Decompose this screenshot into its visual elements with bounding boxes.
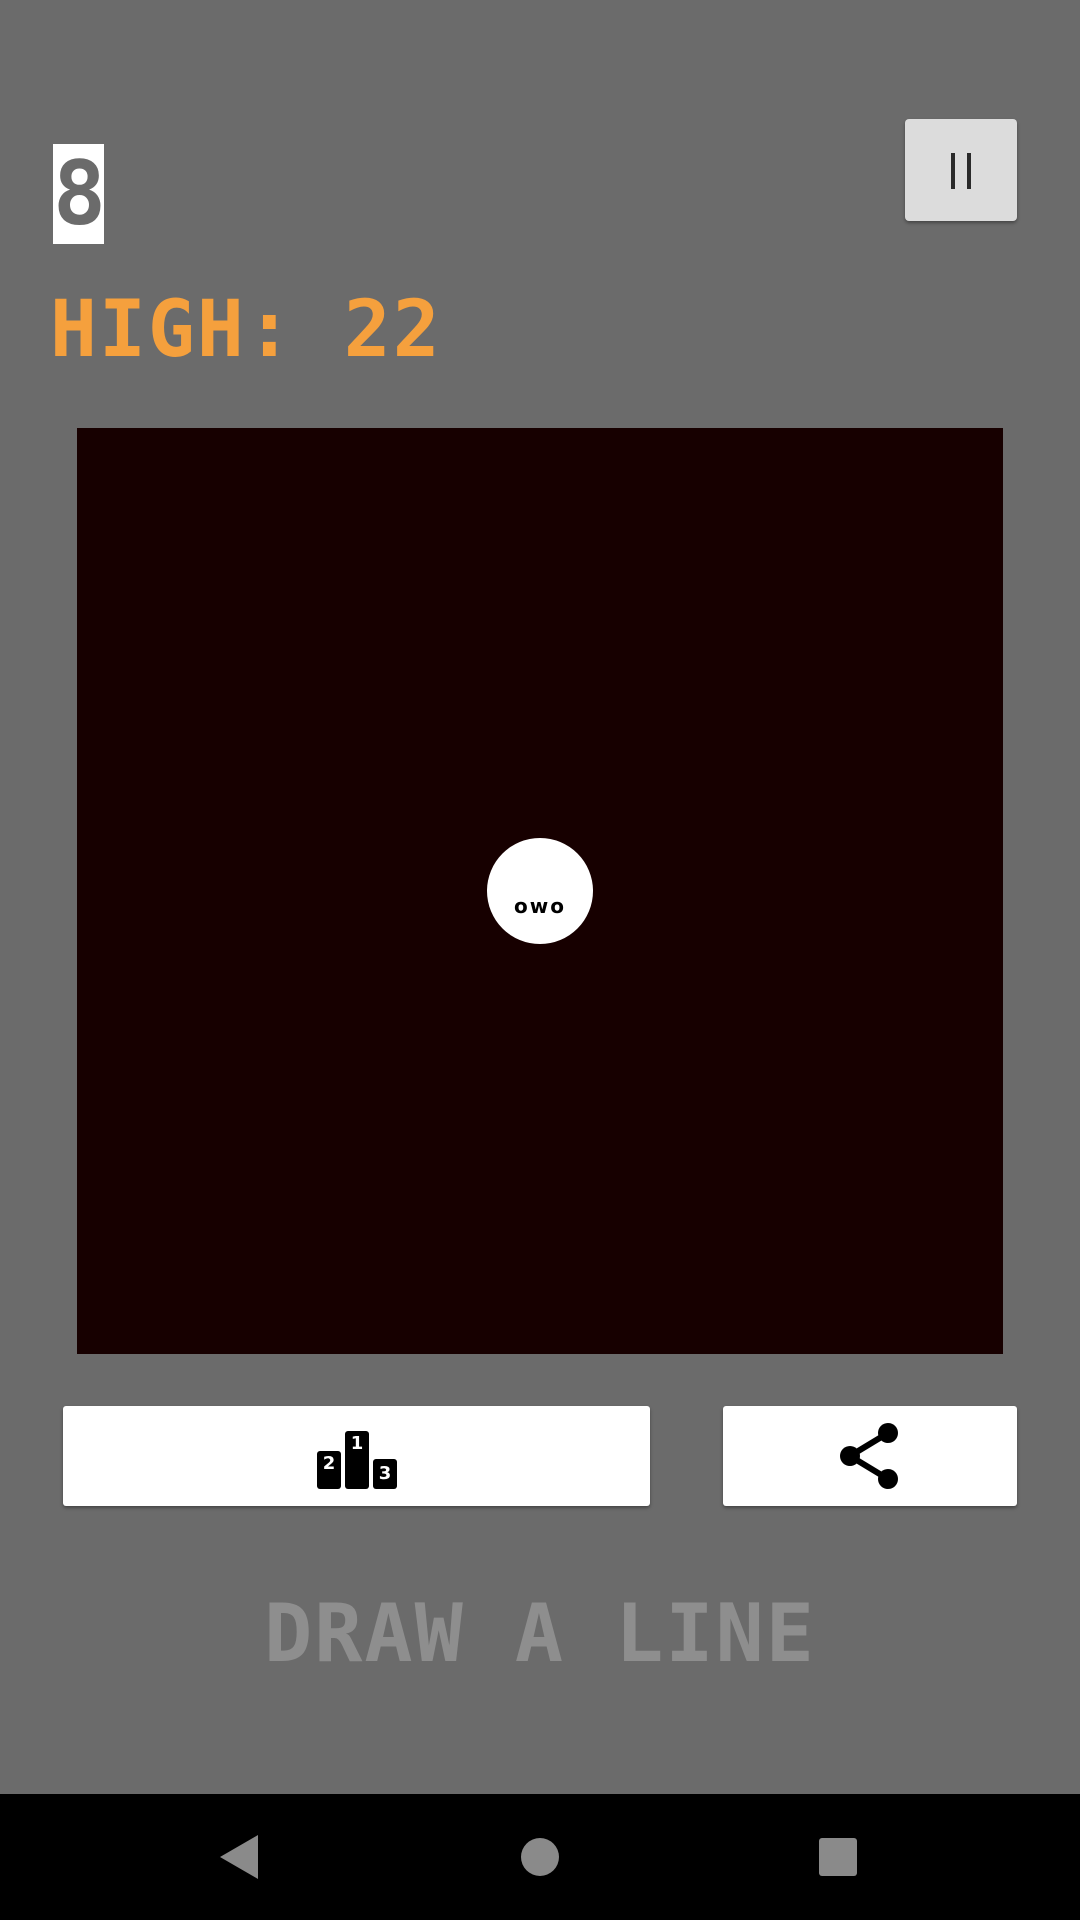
square-recents-icon[interactable] xyxy=(812,1831,864,1883)
ball-face-text: owo xyxy=(514,894,566,918)
game-screen: 8 HIGH: 22 owo 2 1 3 DRAW A LINE xyxy=(0,0,1080,1920)
current-score: 8 xyxy=(53,144,104,244)
share-icon xyxy=(840,1423,898,1489)
circle-home-icon[interactable] xyxy=(514,1831,566,1883)
svg-text:1: 1 xyxy=(350,1433,363,1454)
svg-text:2: 2 xyxy=(322,1453,335,1474)
leaderboard-button[interactable]: 2 1 3 xyxy=(63,1406,650,1506)
share-button[interactable] xyxy=(723,1406,1017,1506)
podium-icon: 2 1 3 xyxy=(316,1431,397,1489)
pause-button[interactable] xyxy=(905,119,1017,221)
svg-text:3: 3 xyxy=(378,1463,391,1484)
system-navigation-bar xyxy=(0,1794,1080,1920)
ball: owo xyxy=(487,838,593,944)
game-board[interactable]: owo xyxy=(77,428,1003,1354)
game-title: DRAW A LINE xyxy=(264,1587,816,1680)
triangle-back-icon[interactable] xyxy=(214,1831,266,1883)
high-score-label: HIGH: 22 xyxy=(50,285,442,375)
